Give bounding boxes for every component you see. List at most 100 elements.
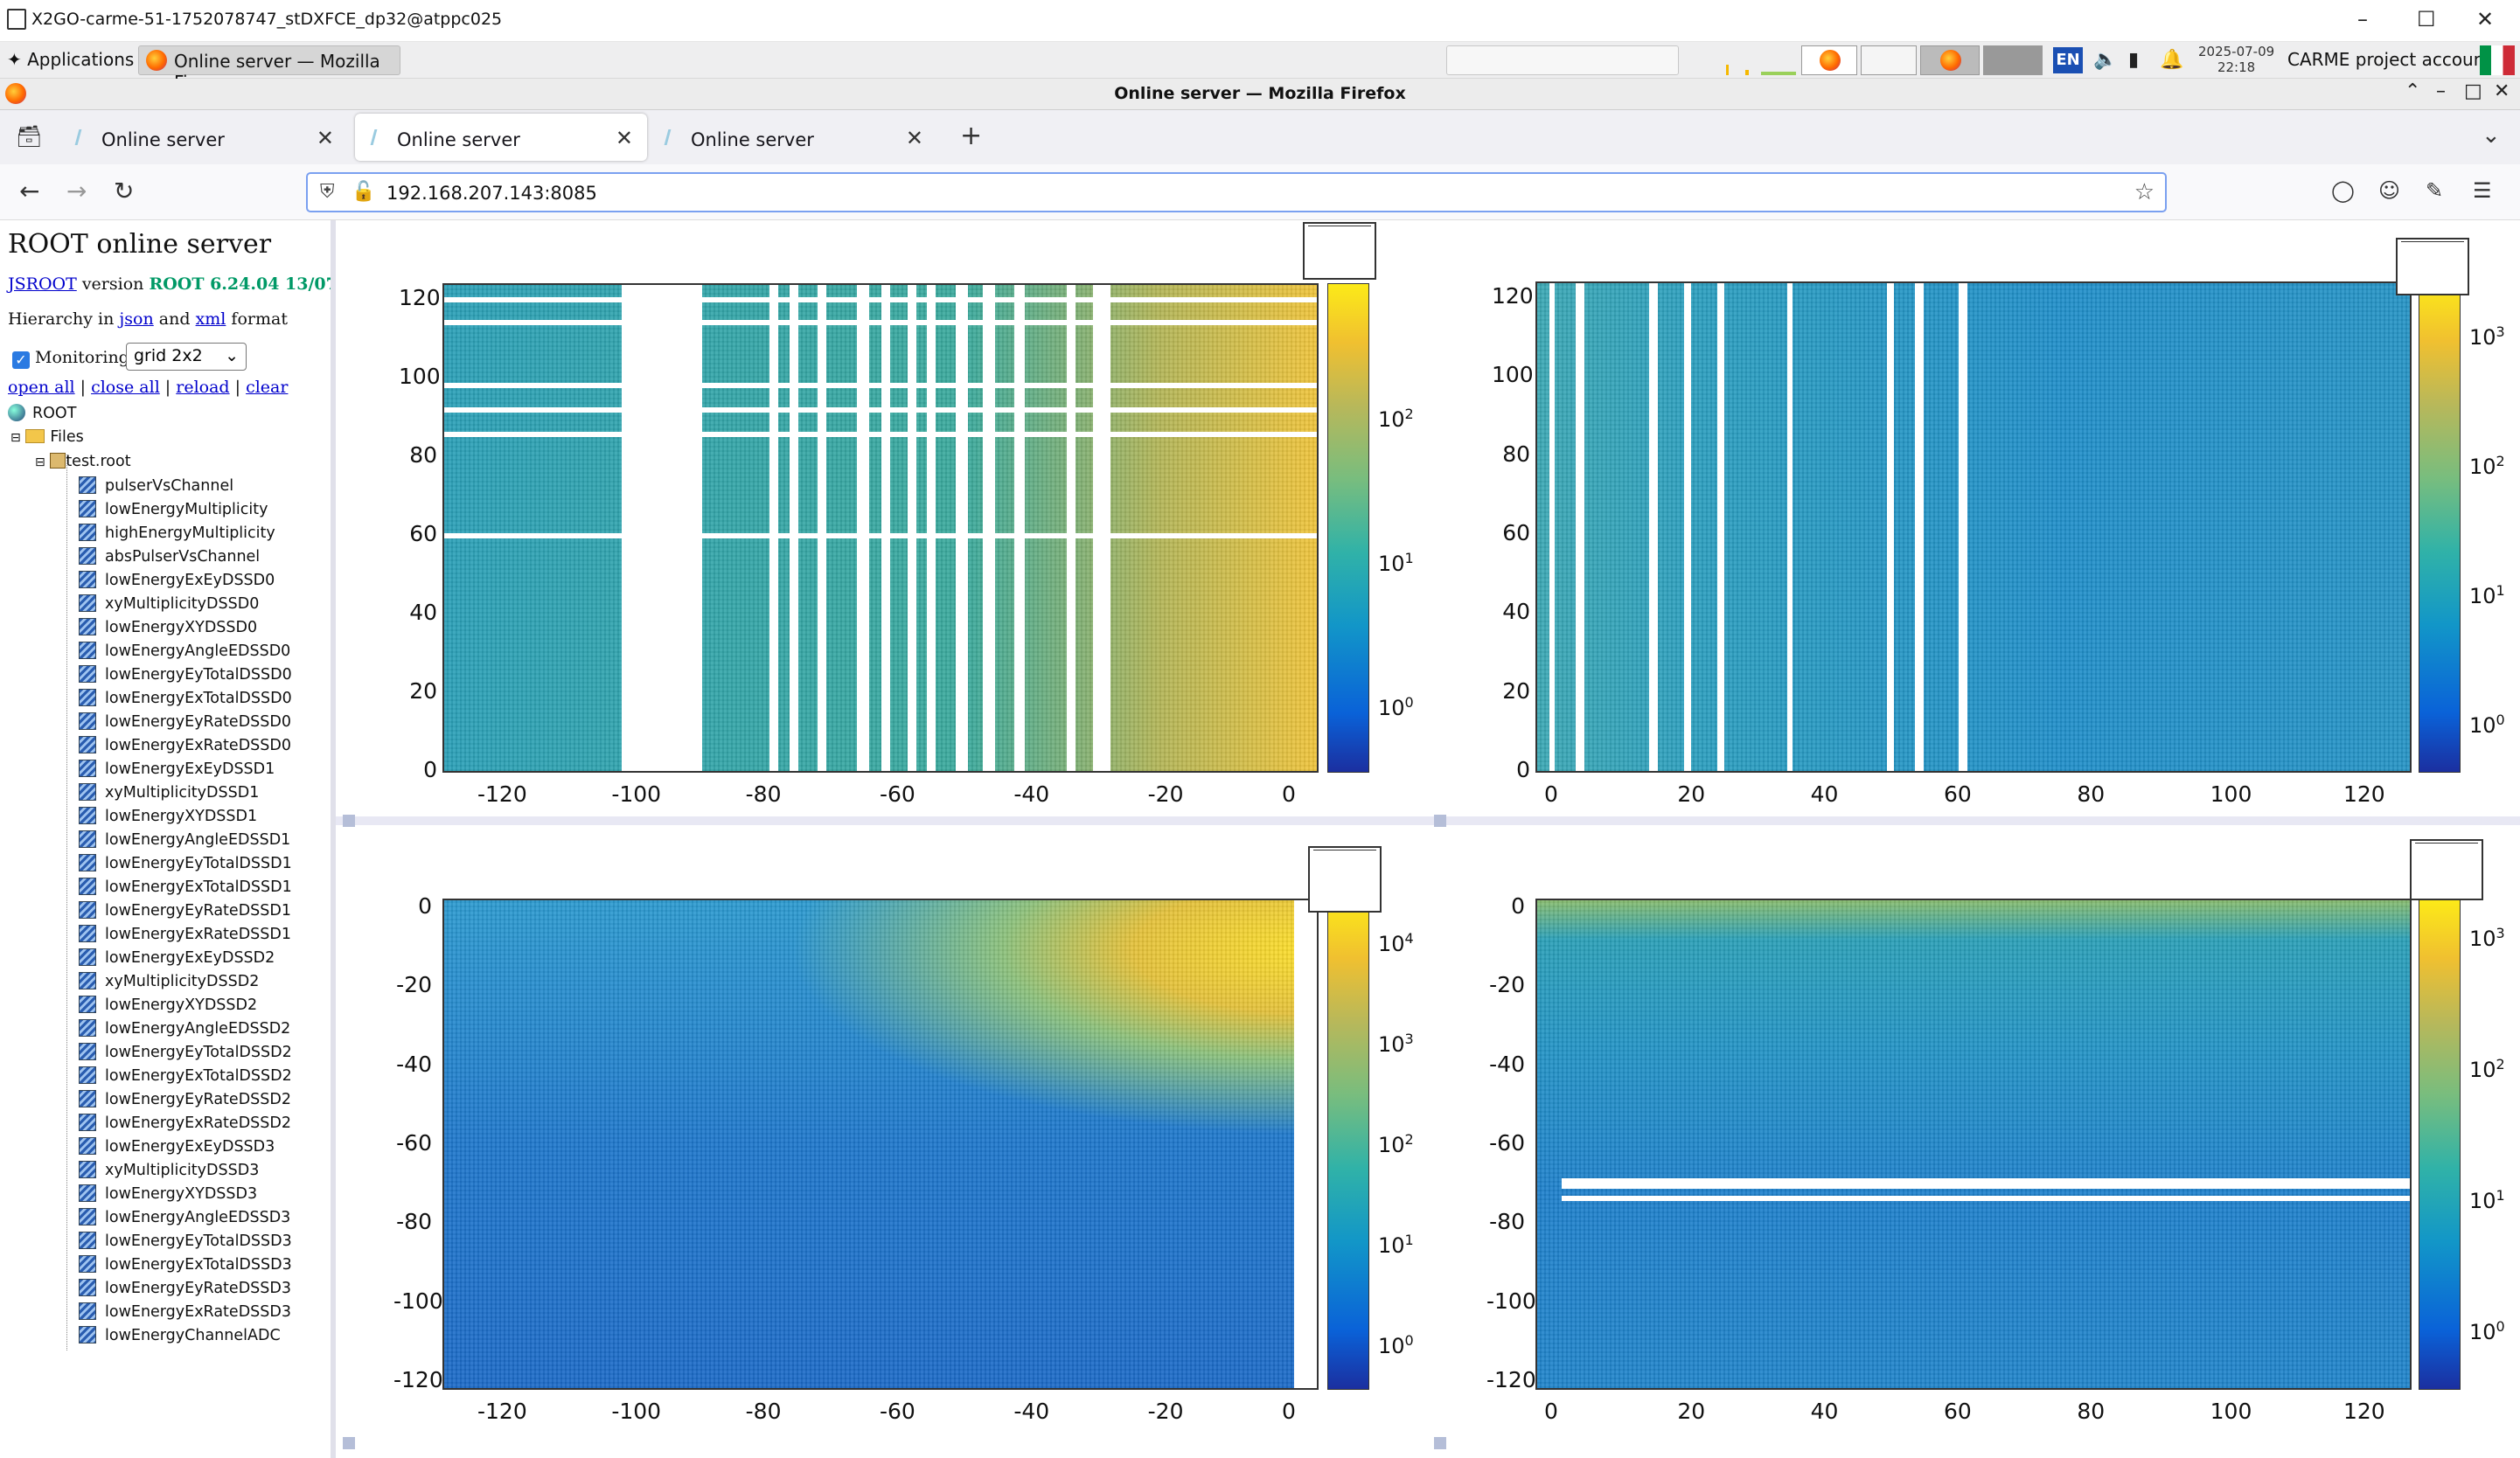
tree-root[interactable]: ROOT (8, 402, 76, 426)
chevron-up-icon[interactable]: ⌃ (2405, 80, 2420, 102)
json-link[interactable]: json (119, 309, 153, 329)
tree-item[interactable]: highEnergyMultiplicity (79, 522, 275, 545)
tree-item[interactable]: lowEnergyAngleEDSSD2 (79, 1017, 290, 1041)
close-icon[interactable]: ✕ (2494, 80, 2510, 102)
open-all-link[interactable]: open all (8, 378, 75, 397)
tree-item[interactable]: lowEnergyExRateDSSD1 (79, 923, 291, 947)
tree-item[interactable]: lowEnergyExEyDSSD0 (79, 569, 275, 593)
tree-item[interactable]: lowEnergyExRateDSSD2 (79, 1112, 291, 1135)
tree-item[interactable]: lowEnergyEyTotalDSSD3 (79, 1230, 292, 1253)
tree-files[interactable]: ⊟ Files (10, 426, 84, 449)
color-palette[interactable] (2419, 281, 2461, 773)
reload-link[interactable]: reload (176, 378, 229, 397)
tree-item[interactable]: lowEnergyXYDSSD0 (79, 616, 257, 640)
resize-handle[interactable] (1434, 1437, 1446, 1449)
tree-item[interactable]: lowEnergyExEyDSSD2 (79, 947, 275, 970)
close-all-link[interactable]: close all (91, 378, 160, 397)
firefox-view-icon[interactable]: 🗃 (16, 124, 42, 149)
tree-item[interactable]: lowEnergyEyTotalDSSD1 (79, 852, 292, 876)
monitoring-checkbox[interactable]: ✓ (12, 351, 30, 369)
reload-icon[interactable]: ↻ (114, 177, 134, 205)
applications-menu[interactable]: ✦ Applications (7, 49, 134, 70)
tree-item[interactable]: lowEnergyExTotalDSSD0 (79, 687, 292, 711)
clock[interactable]: 2025-07-09 22:18 (2198, 44, 2274, 75)
tree-item[interactable]: lowEnergyExRateDSSD3 (79, 1301, 291, 1324)
collapse-icon[interactable]: ⊟ (35, 455, 45, 469)
maximize-icon[interactable]: □ (2464, 80, 2482, 102)
histogram-frame[interactable] (1535, 899, 2412, 1390)
extensions-icon[interactable]: ✎ (2426, 178, 2443, 203)
tree-item[interactable]: lowEnergyExTotalDSSD2 (79, 1065, 292, 1088)
tree-item[interactable]: xyMultiplicityDSSD3 (79, 1159, 259, 1183)
stats-box[interactable] (2396, 238, 2469, 295)
bookmark-star-icon[interactable]: ☆ (2134, 179, 2155, 205)
tree-item[interactable]: lowEnergyAngleEDSSD1 (79, 829, 290, 852)
tree-item[interactable]: lowEnergyChannelADC (79, 1324, 281, 1348)
workspace-4[interactable] (1983, 45, 2043, 75)
tree-item[interactable]: lowEnergyEyRateDSSD0 (79, 711, 291, 734)
tree-item[interactable]: lowEnergyEyTotalDSSD2 (79, 1041, 292, 1065)
close-tab-icon[interactable]: ✕ (317, 126, 334, 150)
tree-item[interactable]: lowEnergyEyRateDSSD2 (79, 1088, 291, 1112)
back-icon[interactable]: ← (19, 177, 39, 205)
insecure-lock-icon[interactable]: 🔓 (352, 181, 375, 203)
keyboard-layout[interactable]: EN (2053, 47, 2083, 73)
resize-handle[interactable] (343, 1437, 355, 1449)
tree-item[interactable]: lowEnergyXYDSSD2 (79, 994, 257, 1017)
stats-box[interactable] (1303, 222, 1376, 280)
tree-item[interactable]: lowEnergyXYDSSD3 (79, 1183, 257, 1206)
url-text[interactable]: 192.168.207.143:8085 (386, 183, 597, 204)
resize-handle[interactable] (343, 815, 355, 827)
tree-item[interactable]: xyMultiplicityDSSD2 (79, 970, 259, 994)
color-palette[interactable] (2419, 899, 2461, 1390)
tree-item[interactable]: absPulserVsChannel (79, 545, 260, 569)
tree-item[interactable]: lowEnergyAngleEDSSD3 (79, 1206, 290, 1230)
notification-bell-icon[interactable]: 🔔 (2160, 49, 2183, 71)
color-palette[interactable] (1327, 899, 1369, 1390)
jsroot-link[interactable]: JSROOT (8, 274, 77, 294)
workspace-2[interactable] (1861, 45, 1917, 75)
tree-item[interactable]: lowEnergyExEyDSSD1 (79, 758, 275, 781)
shield-icon[interactable]: ⛨ (320, 181, 335, 203)
tab-online-server-1[interactable]: Online server ✕ (59, 114, 348, 161)
tab-online-server-3[interactable]: Online server ✕ (649, 114, 937, 161)
close-icon[interactable]: ✕ (2476, 7, 2494, 31)
workspace-1[interactable] (1801, 45, 1857, 75)
clear-link[interactable]: clear (246, 378, 288, 397)
tree-item[interactable]: xyMultiplicityDSSD0 (79, 593, 259, 616)
new-tab-icon[interactable]: + (960, 121, 982, 151)
tree-item[interactable]: lowEnergyEyRateDSSD3 (79, 1277, 291, 1301)
list-tabs-icon[interactable]: ⌄ (2482, 122, 2501, 149)
account-menu[interactable]: CARME project account (2287, 49, 2491, 70)
tab-online-server-2[interactable]: Online server ✕ (355, 114, 647, 161)
minimize-icon[interactable]: – (2436, 80, 2446, 102)
stats-box[interactable] (2410, 839, 2483, 900)
tree-item[interactable]: lowEnergyXYDSSD1 (79, 805, 257, 829)
tree-item[interactable]: lowEnergyEyRateDSSD1 (79, 899, 291, 923)
maximize-icon[interactable]: ☐ (2417, 7, 2436, 31)
resize-handle[interactable] (1434, 815, 1446, 827)
stats-box[interactable] (1308, 846, 1382, 913)
color-palette[interactable] (1327, 283, 1369, 773)
tree-item[interactable]: lowEnergyExTotalDSSD1 (79, 876, 292, 899)
histogram-frame[interactable] (442, 899, 1319, 1390)
volume-icon[interactable]: 🔈 (2093, 49, 2117, 71)
tree-item[interactable]: lowEnergyExEyDSSD3 (79, 1135, 275, 1159)
tree-item[interactable]: lowEnergyExTotalDSSD3 (79, 1253, 292, 1277)
xml-link[interactable]: xml (196, 309, 226, 329)
layout-select[interactable]: grid 2x2 ⌄ (126, 343, 247, 371)
close-tab-icon[interactable]: ✕ (906, 126, 923, 150)
tree-item[interactable]: lowEnergyMultiplicity (79, 498, 268, 522)
panel-search-field[interactable] (1446, 45, 1679, 75)
tree-file[interactable]: ⊟ test.root (35, 450, 131, 474)
pocket-icon[interactable]: ◯ (2331, 178, 2355, 203)
collapse-icon[interactable]: ⊟ (10, 431, 21, 445)
tree-item[interactable]: pulserVsChannel (79, 475, 233, 498)
tree-item[interactable]: lowEnergyAngleEDSSD0 (79, 640, 290, 663)
battery-icon[interactable]: ▮ (2128, 49, 2139, 71)
taskbar-firefox[interactable]: Online server — Mozilla Fi... (138, 45, 400, 93)
tree-item[interactable]: xyMultiplicityDSSD1 (79, 781, 259, 805)
tree-item[interactable]: lowEnergyExRateDSSD0 (79, 734, 291, 758)
url-bar[interactable]: ⛨ 🔓 192.168.207.143:8085 ☆ (306, 172, 2167, 212)
histogram-frame[interactable] (1535, 281, 2412, 773)
